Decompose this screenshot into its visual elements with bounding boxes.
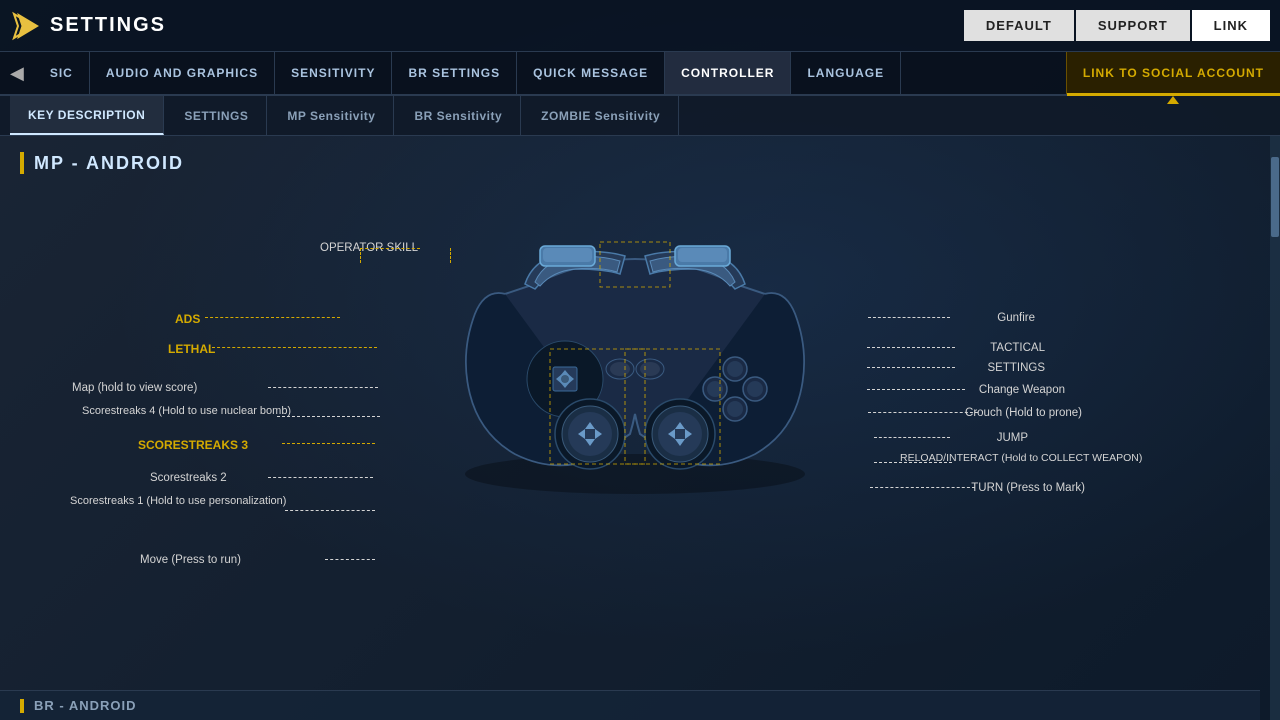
sub-tab-key-description[interactable]: KEY DESCRIPTION (10, 96, 164, 135)
top-buttons: DEFAULT SUPPORT LINK (964, 10, 1270, 41)
section-title: MP - ANDROID (20, 152, 1250, 174)
sub-tab-br-sensitivity[interactable]: BR Sensitivity (396, 96, 521, 135)
top-bar: SETTINGS DEFAULT SUPPORT LINK (0, 0, 1280, 52)
app-logo-icon (10, 10, 42, 42)
nav-tab-quick-message[interactable]: QUICK MESSAGE (517, 52, 665, 94)
bottom-preview: BR - ANDROID (0, 690, 1260, 720)
scrollbar-thumb[interactable] (1271, 157, 1279, 237)
nav-arrow-left[interactable]: ◀ (0, 52, 34, 94)
sub-tab-zombie-sensitivity[interactable]: ZOMBIE Sensitivity (523, 96, 679, 135)
label-tactical: TACTICAL (990, 342, 1045, 354)
label-scorestreaks4: Scorestreaks 4 (Hold to use nuclear bomb… (82, 404, 272, 418)
label-crouch: Crouch (Hold to prone) (965, 407, 1082, 419)
label-lethal: LETHAL (168, 342, 215, 356)
bottom-preview-bar (20, 699, 24, 713)
label-scorestreaks2: Scorestreaks 2 (150, 472, 227, 484)
nav-tab-audio[interactable]: AUDIO AND GRAPHICS (90, 52, 275, 94)
scrollbar[interactable] (1270, 136, 1280, 720)
label-scorestreaks1: Scorestreaks 1 (Hold to use personalizat… (70, 494, 270, 508)
logo-section: SETTINGS (10, 10, 166, 42)
label-move: Move (Press to run) (140, 554, 241, 566)
section-title-text: MP - ANDROID (34, 153, 184, 174)
nav-tabs: ◀ SIC AUDIO AND GRAPHICS SENSITIVITY BR … (0, 52, 1280, 96)
sub-tab-mp-sensitivity[interactable]: MP Sensitivity (269, 96, 394, 135)
label-reload: RELOAD/INTERACT (Hold to COLLECT WEAPON) (900, 452, 1130, 466)
controller-image (445, 214, 825, 554)
label-jump: JUMP (997, 432, 1028, 444)
default-button[interactable]: DEFAULT (964, 10, 1074, 41)
social-tab-label: LINK TO SOCIAL ACCOUNT (1083, 66, 1264, 80)
label-scorestreaks3: SCORESTREAKS 3 (138, 438, 248, 452)
sub-tabs: KEY DESCRIPTION SETTINGS MP Sensitivity … (0, 96, 1280, 136)
social-arrow-icon (1167, 96, 1179, 104)
content-area: MP - ANDROID (0, 136, 1280, 720)
section-title-bar (20, 152, 24, 174)
sub-tab-settings[interactable]: SETTINGS (166, 96, 267, 135)
link-button[interactable]: LINK (1192, 10, 1270, 41)
nav-tab-basic[interactable]: SIC (34, 52, 90, 94)
label-map: Map (hold to view score) (72, 382, 197, 394)
main-content: MP - ANDROID (0, 136, 1270, 720)
label-ads: ADS (175, 312, 200, 326)
label-settings: SETTINGS (987, 362, 1045, 374)
controller-diagram: OPERATOR SKILL ADS LETHAL Map (hold to v… (20, 194, 1250, 674)
nav-tab-br-settings[interactable]: BR SETTINGS (392, 52, 517, 94)
nav-tab-language[interactable]: LANGUAGE (791, 52, 901, 94)
nav-tab-sensitivity[interactable]: SENSITIVITY (275, 52, 392, 94)
label-turn: TURN (Press to Mark) (971, 482, 1085, 494)
bottom-preview-text: BR - ANDROID (34, 698, 137, 713)
app-title: SETTINGS (50, 14, 166, 37)
label-change-weapon: Change Weapon (979, 384, 1065, 396)
support-button[interactable]: SUPPORT (1076, 10, 1190, 41)
nav-tab-social[interactable]: LINK TO SOCIAL ACCOUNT (1066, 52, 1280, 94)
nav-tab-controller[interactable]: CONTROLLER (665, 52, 791, 94)
label-gunfire: Gunfire (997, 312, 1035, 324)
